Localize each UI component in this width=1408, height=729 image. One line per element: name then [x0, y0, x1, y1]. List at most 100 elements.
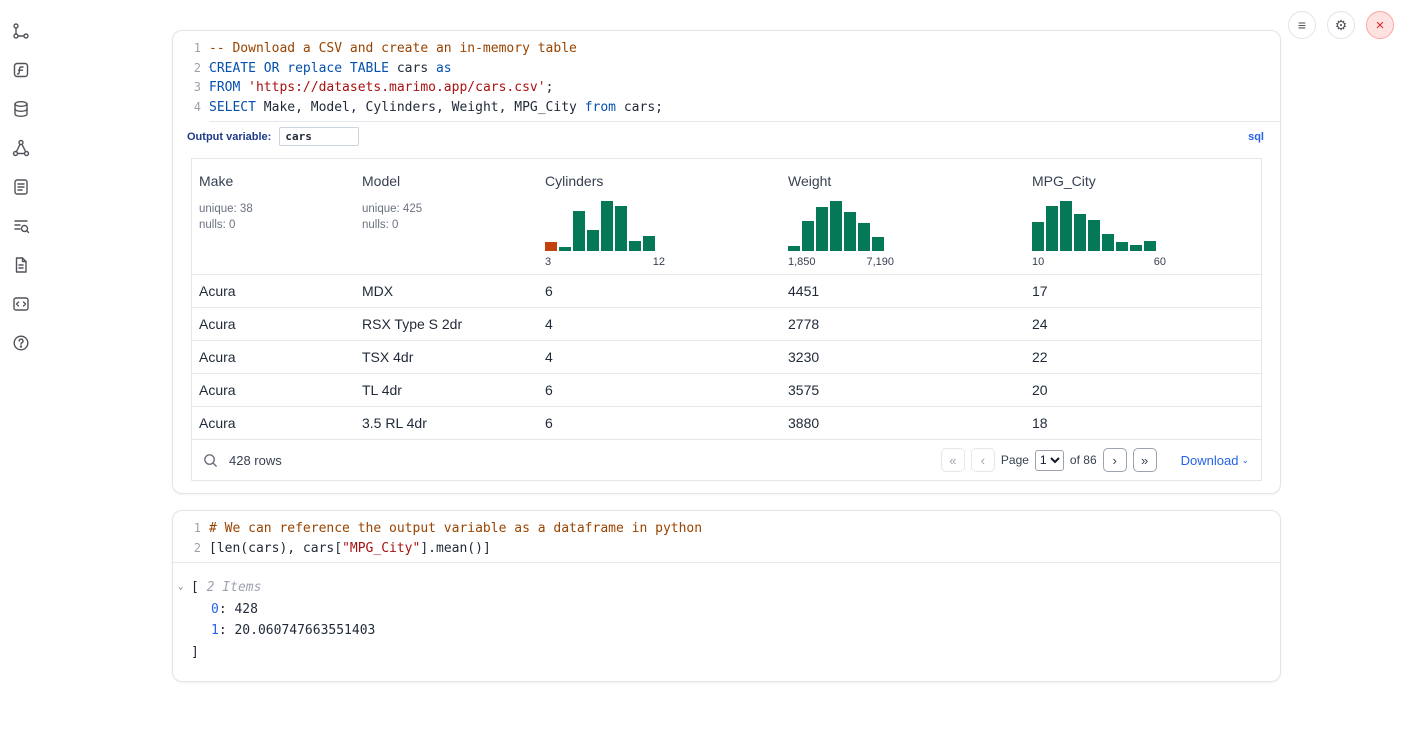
code-token — [240, 80, 248, 95]
histogram-bar — [1144, 241, 1156, 251]
table-cell: 24 — [1032, 316, 1261, 332]
snippets-icon[interactable] — [10, 176, 32, 198]
output-tree-line: 1: 20.060747663551403 — [173, 620, 1280, 642]
table-search-button[interactable] — [202, 452, 219, 469]
code-token: as — [436, 61, 452, 76]
table-cell: 17 — [1032, 283, 1261, 299]
code-line: 3FROM 'https://datasets.marimo.app/cars.… — [173, 78, 1280, 98]
code-token: 2 Items — [207, 580, 262, 595]
column-histogram: 312 — [545, 201, 788, 268]
close-icon: × — [1376, 17, 1385, 34]
shutdown-button[interactable]: × — [1366, 11, 1394, 39]
hamburger-icon: ≡ — [1298, 17, 1306, 33]
code-line: 2[len(cars), cars["MPG_City"].mean()] — [173, 539, 1280, 559]
line-number: 3 — [173, 78, 209, 98]
download-label: Download — [1181, 453, 1239, 468]
download-button[interactable]: Download ⌄ — [1181, 453, 1249, 468]
code-token: 0 — [211, 602, 219, 617]
code-token: FROM — [209, 80, 240, 95]
histogram-bar — [844, 212, 856, 251]
sql-code-editor[interactable]: 1-- Download a CSV and create an in-memo… — [173, 31, 1280, 121]
histogram-bar — [872, 237, 884, 251]
table-row[interactable]: AcuraRSX Type S 2dr4277824 — [192, 307, 1261, 340]
scratchpad-icon[interactable] — [10, 59, 32, 81]
histogram-bar — [1074, 214, 1086, 251]
code-token: CREATE OR replace TABLE — [209, 61, 389, 76]
output-variable-input[interactable] — [279, 127, 359, 146]
stat-unique: unique: 425 — [362, 201, 545, 217]
table-cell: TL 4dr — [362, 382, 545, 398]
documentation-icon[interactable] — [10, 254, 32, 276]
logs-icon[interactable] — [10, 293, 32, 315]
column-name[interactable]: Weight — [788, 173, 1032, 189]
page-select[interactable]: 1 — [1035, 450, 1064, 471]
page-label: Page — [1001, 453, 1029, 467]
histogram-bars — [1032, 201, 1156, 251]
chevron-down-icon: ⌄ — [1241, 455, 1249, 466]
file-explorer-icon[interactable] — [10, 20, 32, 42]
column-name[interactable]: MPG_City — [1032, 173, 1261, 189]
table-cell: 4 — [545, 316, 788, 332]
code-token: from — [585, 100, 616, 115]
table-row[interactable]: Acura3.5 RL 4dr6388018 — [192, 406, 1261, 439]
next-page-button[interactable]: › — [1103, 448, 1127, 472]
left-sidebar — [10, 20, 32, 354]
fold-chevron-icon[interactable]: ⌄ — [208, 62, 213, 71]
table-cell: Acura — [199, 316, 362, 332]
last-page-button[interactable]: » — [1133, 448, 1157, 472]
row-count-label: 428 rows — [229, 453, 282, 468]
code-text: FROM 'https://datasets.marimo.app/cars.c… — [209, 78, 553, 98]
dependency-graph-icon[interactable] — [10, 137, 32, 159]
histogram-bar — [1088, 220, 1100, 251]
code-token: SELECT — [209, 100, 256, 115]
histogram-axis-labels: 1060 — [1032, 256, 1166, 268]
table-cell: 3.5 RL 4dr — [362, 415, 545, 431]
python-code-editor[interactable]: 1# We can reference the output variable … — [173, 511, 1280, 562]
help-icon[interactable] — [10, 332, 32, 354]
histogram-bar — [1046, 206, 1058, 251]
gear-icon: ⚙ — [1335, 17, 1348, 34]
code-token: # We can reference the output variable a… — [209, 521, 702, 536]
datasources-icon[interactable] — [10, 98, 32, 120]
python-cell: 1# We can reference the output variable … — [172, 510, 1281, 682]
table-cell: 3880 — [788, 415, 1032, 431]
table-row[interactable]: AcuraTL 4dr6357520 — [192, 373, 1261, 406]
code-token: 428 — [234, 602, 257, 617]
table-row[interactable]: AcuraMDX6445117 — [192, 274, 1261, 307]
table-row[interactable]: AcuraTSX 4dr4323022 — [192, 340, 1261, 373]
histogram-bar — [601, 201, 613, 251]
code-token: [ — [191, 580, 207, 595]
line-number: 4 — [173, 98, 209, 118]
column-stats: unique: 38nulls: 0 — [199, 201, 362, 233]
table-cell: 6 — [545, 415, 788, 431]
table-cell: Acura — [199, 349, 362, 365]
column-header: MPG_City 1060 — [1032, 173, 1261, 268]
code-line: 1-- Download a CSV and create an in-memo… — [173, 39, 1280, 59]
axis-max-label: 60 — [1154, 256, 1166, 268]
column-name[interactable]: Make — [199, 173, 362, 189]
code-token: -- Download a CSV and create an in-memor… — [209, 41, 577, 56]
table-cell: 3575 — [788, 382, 1032, 398]
axis-min-label: 3 — [545, 256, 551, 268]
histogram-bar — [802, 221, 814, 251]
first-page-button[interactable]: « — [941, 448, 965, 472]
column-header: Modelunique: 425nulls: 0 — [362, 173, 545, 268]
pagination: « ‹ Page 1 of 86 › » Download ⌄ — [941, 448, 1249, 472]
table-cell: MDX — [362, 283, 545, 299]
column-name[interactable]: Model — [362, 173, 545, 189]
collapse-chevron-icon[interactable]: ⌄ — [178, 577, 183, 599]
table-of-contents-icon[interactable] — [10, 215, 32, 237]
histogram-bar — [545, 242, 557, 251]
output-variable-label: Output variable: — [187, 131, 271, 143]
stat-unique: unique: 38 — [199, 201, 362, 217]
code-text: -- Download a CSV and create an in-memor… — [209, 39, 577, 59]
histogram-bar — [1102, 234, 1114, 251]
code-token: cars — [389, 61, 436, 76]
code-line: 2⌄CREATE OR replace TABLE cars as — [173, 59, 1280, 79]
table-body: AcuraMDX6445117AcuraRSX Type S 2dr427782… — [192, 274, 1261, 439]
menu-button[interactable]: ≡ — [1288, 11, 1316, 39]
column-name[interactable]: Cylinders — [545, 173, 788, 189]
column-histogram: 1060 — [1032, 201, 1261, 268]
prev-page-button[interactable]: ‹ — [971, 448, 995, 472]
settings-button[interactable]: ⚙ — [1327, 11, 1355, 39]
